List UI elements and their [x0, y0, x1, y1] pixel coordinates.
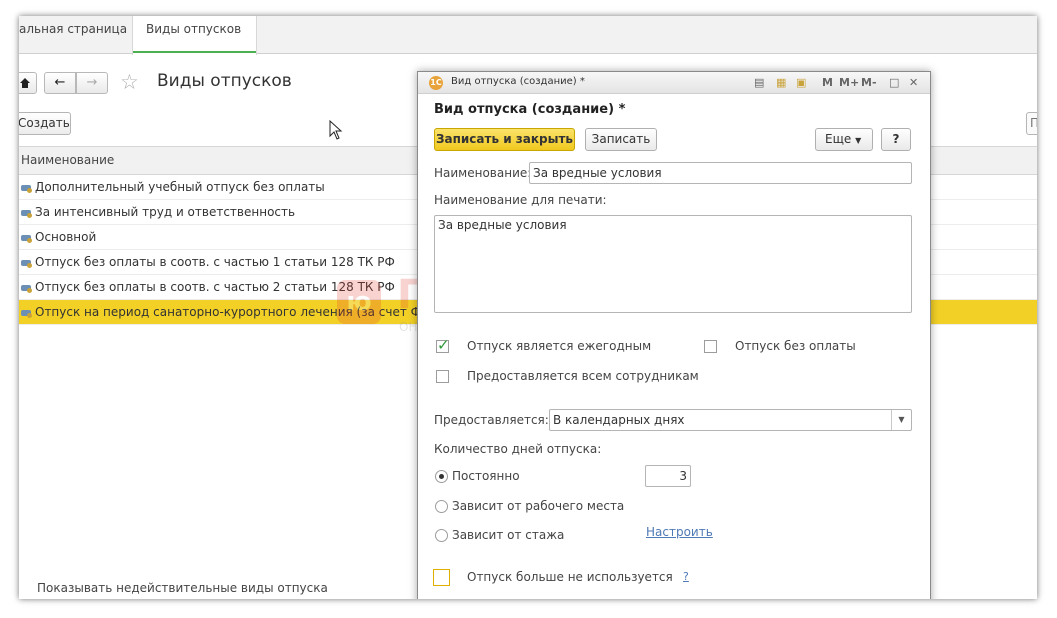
dialog-titlebar[interactable]: 1C Вид отпуска (создание) * ▤ ▦ ▣ M M+ M…: [418, 72, 930, 94]
print-name-textarea[interactable]: За вредные условия: [434, 215, 912, 313]
provided-select[interactable]: В календарных днях ▼: [549, 409, 912, 431]
leave-type-icon: [21, 209, 32, 218]
save-button[interactable]: Записать: [585, 128, 657, 151]
memory-plus-icon[interactable]: M+: [839, 75, 859, 91]
tab-home-page[interactable]: альная страница: [19, 16, 131, 54]
memory-m-icon[interactable]: M: [822, 75, 833, 91]
dropdown-arrow-icon[interactable]: ▼: [891, 410, 911, 430]
save-and-close-button[interactable]: Записать и закрыть: [434, 128, 575, 151]
all-employees-checkbox[interactable]: [436, 370, 449, 383]
radio-workplace-label: Зависит от рабочего места: [452, 499, 625, 513]
name-input[interactable]: За вредные условия: [529, 162, 912, 184]
right-toolbar-button[interactable]: П: [1026, 112, 1037, 135]
name-label: Наименование:: [434, 166, 532, 180]
list-item-label: Отпуск без оплаты в соотв. с частью 1 ст…: [35, 255, 395, 269]
provided-select-value: В календарных днях: [553, 413, 685, 427]
leave-type-icon: [21, 259, 32, 268]
home-button[interactable]: [19, 72, 37, 94]
print-name-label: Наименование для печати:: [434, 193, 607, 207]
leave-type-icon: [21, 234, 32, 243]
calculator-icon[interactable]: ▦: [776, 75, 786, 91]
radio-seniority[interactable]: [435, 529, 448, 542]
tab-home-label: альная страница: [19, 22, 128, 36]
days-count-label: Количество дней отпуска:: [434, 442, 602, 456]
dialog-heading: Вид отпуска (создание) *: [434, 102, 626, 117]
radio-constant[interactable]: [435, 470, 448, 483]
leave-type-icon: [21, 184, 32, 193]
forward-button[interactable]: →: [76, 72, 108, 94]
list-item-label: За интенсивный труд и ответственность: [35, 205, 296, 219]
leave-type-icon: [21, 284, 32, 293]
1c-logo-icon: 1C: [429, 76, 443, 90]
tab-leave-types-label: Виды отпусков: [146, 22, 242, 36]
setup-link[interactable]: Настроить: [646, 525, 713, 539]
leave-type-icon: [21, 309, 32, 318]
radio-constant-label: Постоянно: [452, 469, 520, 483]
radio-workplace[interactable]: [435, 500, 448, 513]
application-window: альная страница Виды отпусков ← → ☆ Виды…: [19, 16, 1037, 599]
radio-seniority-label: Зависит от стажа: [452, 528, 565, 542]
more-button[interactable]: Еще ▼: [815, 128, 873, 151]
tab-leave-types[interactable]: Виды отпусков: [132, 16, 257, 55]
unused-label: Отпуск больше не используется: [467, 570, 673, 584]
annual-checkbox[interactable]: [436, 336, 450, 354]
all-employees-label: Предоставляется всем сотрудникам: [467, 369, 699, 383]
provided-label: Предоставляется:: [434, 413, 549, 427]
tab-strip: альная страница Виды отпусков: [19, 16, 1037, 55]
memory-minus-icon[interactable]: M-: [861, 75, 877, 91]
create-button[interactable]: Создать: [19, 112, 71, 135]
list-item-label: Основной: [35, 230, 97, 244]
days-input[interactable]: 3: [645, 465, 691, 487]
document-icon[interactable]: ▤: [754, 75, 764, 91]
help-button[interactable]: ?: [881, 128, 911, 151]
mouse-cursor-icon: [329, 120, 343, 140]
arrow-left-icon: ←: [54, 75, 66, 90]
home-icon: [20, 78, 30, 88]
unused-help-link[interactable]: ?: [683, 570, 689, 583]
leave-type-dialog: 1C Вид отпуска (создание) * ▤ ▦ ▣ M M+ M…: [417, 71, 931, 599]
list-item-label: Отпуск без оплаты в соотв. с частью 2 ст…: [35, 280, 395, 294]
show-invalid-label[interactable]: Показывать недействительные виды отпуска: [37, 581, 328, 595]
list-item-label: Отпуск на период санаторно-курортного ле…: [35, 305, 443, 319]
calendar-icon[interactable]: ▣: [796, 75, 806, 91]
unpaid-checkbox[interactable]: [704, 340, 717, 353]
maximize-icon[interactable]: □: [889, 75, 899, 91]
close-icon[interactable]: ✕: [909, 75, 918, 91]
page-title: Виды отпусков: [157, 71, 292, 91]
more-button-label: Еще: [825, 132, 852, 146]
annual-label: Отпуск является ежегодным: [467, 339, 652, 353]
favorite-star-icon[interactable]: ☆: [120, 70, 139, 94]
chevron-down-icon: ▼: [855, 136, 862, 145]
back-button[interactable]: ←: [44, 72, 76, 94]
unpaid-label: Отпуск без оплаты: [735, 339, 856, 353]
dialog-window-title: Вид отпуска (создание) *: [451, 76, 585, 87]
arrow-right-icon: →: [86, 75, 98, 90]
unused-checkbox[interactable]: [433, 569, 450, 586]
list-item-label: Дополнительный учебный отпуск без оплаты: [35, 180, 325, 194]
